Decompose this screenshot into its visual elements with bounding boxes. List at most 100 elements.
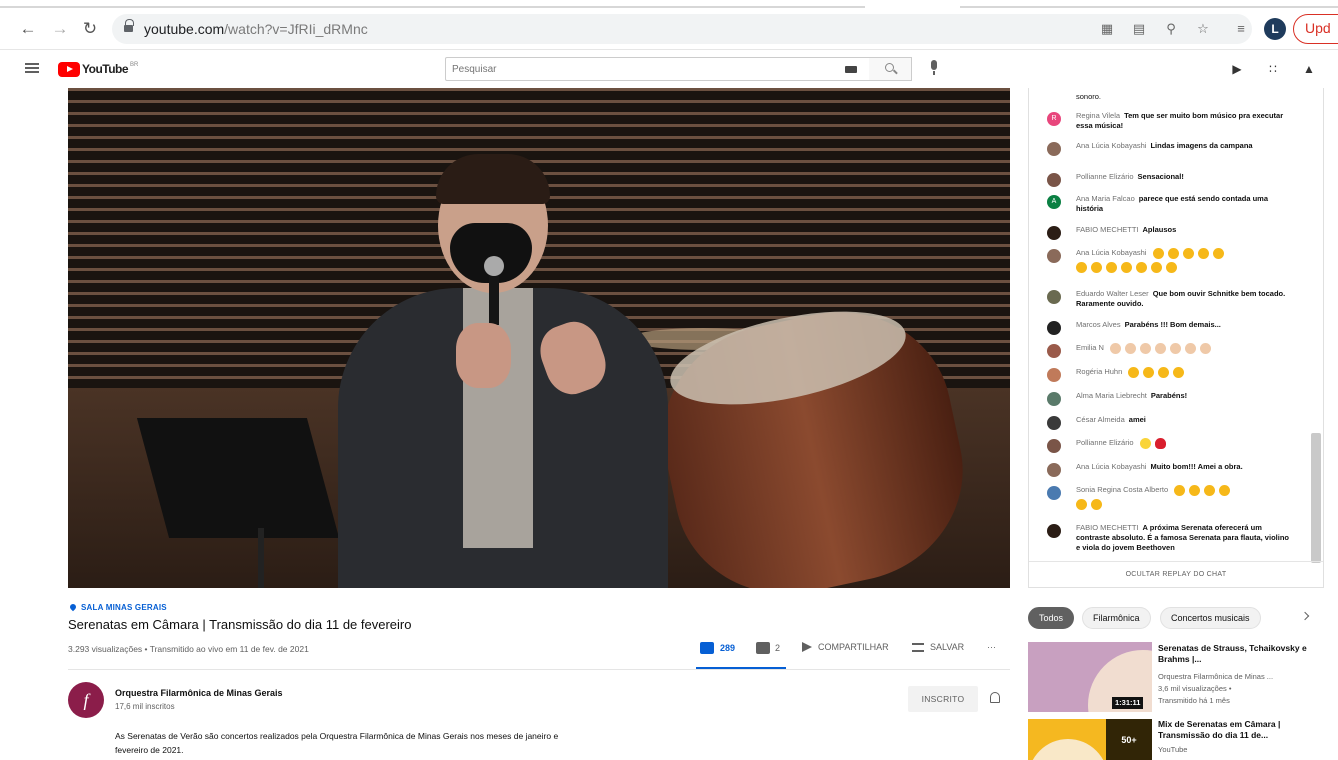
clapping-emoji: [1200, 343, 1212, 354]
clapping-emoji: [1125, 343, 1137, 354]
chat-author[interactable]: Emilia N: [1076, 343, 1104, 352]
create-video-icon[interactable]: ▶: [1230, 62, 1244, 76]
clapping-emoji: [1106, 262, 1117, 273]
chat-avatar[interactable]: [1047, 392, 1061, 406]
chat-text: Aplausos: [1142, 225, 1177, 234]
chat-author[interactable]: Ana Lúcia Kobayashi: [1076, 248, 1146, 257]
recommendation-title[interactable]: Mix de Serenatas em Câmara | Transmissão…: [1158, 719, 1308, 741]
chat-avatar[interactable]: [1047, 463, 1061, 477]
install-app-icon[interactable]: ▦: [1098, 20, 1116, 38]
youtube-play-icon: [58, 61, 80, 77]
search-input[interactable]: [446, 58, 826, 80]
chat-avatar[interactable]: [1047, 439, 1061, 453]
chat-avatar[interactable]: [1047, 416, 1061, 430]
chat-avatar[interactable]: [1047, 142, 1061, 156]
url-text[interactable]: youtube.com/watch?v=JfRIi_dRMnc: [144, 21, 368, 37]
speaker-hair: [436, 154, 550, 204]
profile-avatar[interactable]: L: [1264, 18, 1286, 40]
search-button[interactable]: [869, 57, 912, 81]
chat-avatar[interactable]: [1047, 368, 1061, 382]
chat-author[interactable]: Sonia Regina Costa Alberto: [1076, 485, 1168, 494]
chat-author[interactable]: Regina Vilela: [1076, 111, 1120, 120]
bell-icon[interactable]: ▲: [1302, 62, 1316, 76]
reload-icon[interactable]: ↻: [80, 19, 100, 39]
chat-avatar[interactable]: [1047, 524, 1061, 538]
chat-author[interactable]: Eduardo Walter Leser: [1076, 289, 1149, 298]
recommendation-title[interactable]: Serenatas de Strauss, Tchaikovsky e Brah…: [1158, 643, 1308, 665]
clapping-emoji: [1174, 485, 1186, 496]
share-button[interactable]: COMPARTILHAR: [802, 642, 889, 652]
search-icon: [885, 63, 894, 72]
tab-strip-line: [960, 6, 1338, 8]
video-title: Serenatas em Câmara | Transmissão do dia…: [68, 617, 412, 632]
chat-scrollbar[interactable]: [1311, 433, 1321, 563]
chat-avatar[interactable]: [1047, 173, 1061, 187]
recommendation-channel[interactable]: YouTube: [1158, 745, 1308, 755]
chat-text: Parabéns !!! Bom demais...: [1124, 320, 1221, 329]
back-arrow-icon[interactable]: ←: [18, 19, 38, 39]
chip-filarmonica[interactable]: Filarmônica: [1082, 607, 1151, 629]
handheld-mic-body: [489, 273, 499, 325]
share-label: COMPARTILHAR: [818, 642, 889, 652]
chat-avatar[interactable]: A: [1047, 195, 1061, 209]
more-actions-button[interactable]: ···: [987, 642, 996, 652]
chip-all[interactable]: Todos: [1028, 607, 1075, 629]
hide-chat-replay-button[interactable]: OCULTAR REPLAY DO CHAT: [1029, 561, 1323, 587]
save-label: SALVAR: [930, 642, 965, 652]
zoom-icon[interactable]: ⚲: [1162, 20, 1180, 38]
chat-author[interactable]: Ana Lúcia Kobayashi: [1076, 141, 1146, 150]
chat-author[interactable]: FABIO MECHETTI: [1076, 225, 1139, 234]
chat-message: Emilia N: [1047, 343, 1293, 358]
microphone-icon[interactable]: [931, 60, 937, 75]
channel-name[interactable]: Orquestra Filarmônica de Minas Gerais: [115, 688, 283, 698]
mix-playlist-badge: 50+: [1106, 719, 1152, 760]
bookmark-star-icon[interactable]: ☆: [1194, 20, 1212, 38]
dislike-button[interactable]: 2: [756, 642, 780, 654]
location-tag[interactable]: SALA MINAS GERAIS: [68, 602, 167, 612]
recommendation-views: 3,6 mil visualizações •: [1158, 684, 1232, 693]
save-button[interactable]: SALVAR: [912, 642, 964, 652]
chevron-right-icon[interactable]: [1300, 611, 1310, 621]
chat-author[interactable]: Pollianne Elizário: [1076, 438, 1134, 447]
chat-author[interactable]: Ana Lúcia Kobayashi: [1076, 462, 1146, 471]
update-button[interactable]: Upd: [1293, 14, 1338, 44]
chat-avatar[interactable]: R: [1047, 112, 1061, 126]
channel-avatar[interactable]: f: [68, 682, 104, 718]
chat-avatar[interactable]: [1047, 486, 1061, 500]
youtube-logo[interactable]: YouTube BR: [58, 61, 138, 77]
recommendation-channel[interactable]: Orquestra Filarmônica de Minas ...: [1158, 672, 1308, 682]
chip-concertos-musicais[interactable]: Concertos musicais: [1160, 607, 1261, 629]
translate-icon[interactable]: ▤: [1130, 20, 1148, 38]
chat-author[interactable]: FABIO MECHETTI: [1076, 523, 1139, 532]
address-bar[interactable]: youtube.com/watch?v=JfRIi_dRMnc: [112, 14, 1252, 44]
clapping-emoji: [1140, 343, 1152, 354]
chat-text: amei: [1128, 415, 1146, 424]
chat-author[interactable]: César Almeida: [1076, 415, 1125, 424]
notification-bell-icon[interactable]: [990, 692, 1000, 703]
search-box[interactable]: [445, 57, 870, 81]
youtube-header: YouTube BR ▶ ∷ ▲: [0, 50, 1338, 88]
chat-author[interactable]: Alma Maria Liebrecht: [1076, 391, 1147, 400]
dislike-count: 2: [775, 643, 781, 653]
music-stand: [136, 418, 340, 538]
chat-avatar[interactable]: [1047, 344, 1061, 358]
clapping-emoji: [1143, 367, 1155, 378]
chat-avatar[interactable]: [1047, 290, 1061, 304]
forward-arrow-icon[interactable]: →: [50, 19, 70, 39]
chat-avatar[interactable]: [1047, 249, 1061, 263]
chat-avatar[interactable]: [1047, 321, 1061, 335]
menu-icon[interactable]: [25, 63, 39, 73]
chat-author[interactable]: Marcos Alves: [1076, 320, 1121, 329]
chat-message: Eduardo Walter Leser Que bom ouvir Schnit…: [1047, 289, 1293, 309]
apps-grid-icon[interactable]: ∷: [1266, 62, 1280, 76]
chat-avatar[interactable]: [1047, 226, 1061, 240]
lock-icon[interactable]: [124, 19, 134, 33]
chat-author[interactable]: Rogéria Huhn: [1076, 367, 1122, 376]
reading-list-icon[interactable]: ≡: [1232, 20, 1250, 38]
keyboard-icon[interactable]: [845, 66, 857, 73]
video-player[interactable]: [68, 88, 1010, 588]
chat-author[interactable]: Ana Maria Falcao: [1076, 194, 1135, 203]
like-button[interactable]: 289: [700, 642, 735, 654]
chat-author[interactable]: Pollianne Elizário: [1076, 172, 1134, 181]
subscribed-button[interactable]: INSCRITO: [908, 686, 978, 712]
